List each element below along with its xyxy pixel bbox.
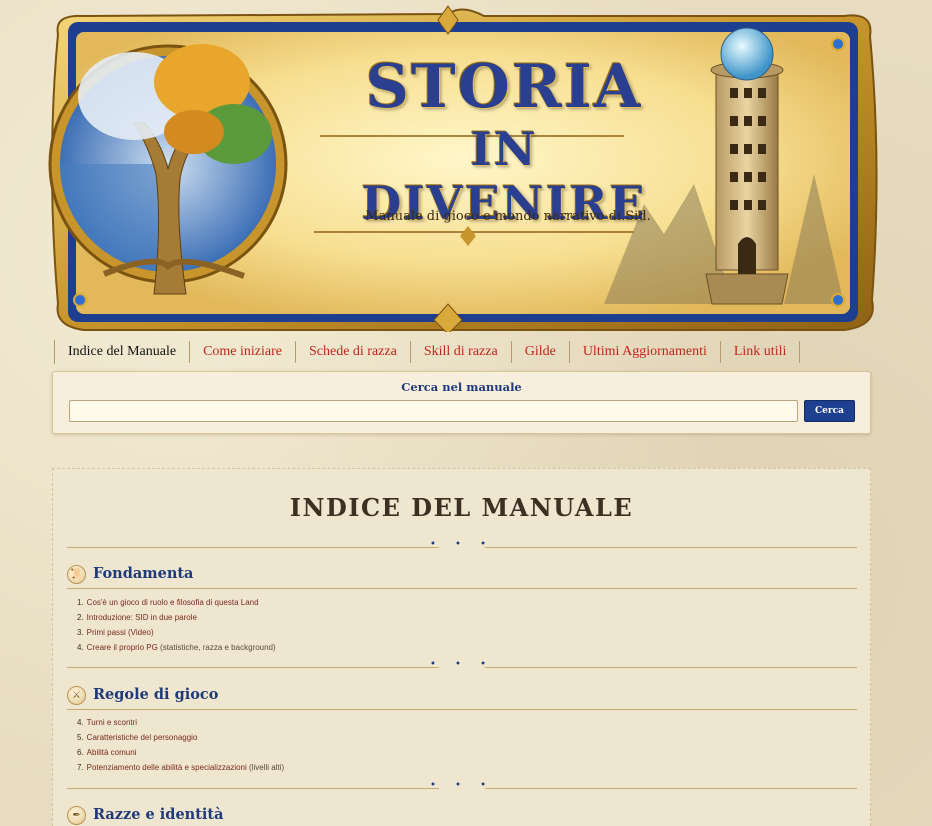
site-banner[interactable]: STORIA IN DIVENIRE Manuale di gioco e mo… <box>44 4 882 332</box>
section-header-fondamenta: 📜 Fondamenta <box>67 563 857 589</box>
list-item[interactable]: 7. Potenziamento delle abilità e speciali… <box>77 760 777 775</box>
ornament-divider: • • • <box>67 659 857 673</box>
list-item[interactable]: 2. Introduzione: SID in due parole <box>77 610 777 625</box>
nav-item-link-utili[interactable]: Link utili <box>721 341 801 363</box>
nav-item-skill-razza[interactable]: Skill di razza <box>411 341 512 363</box>
nav-item-gilde[interactable]: Gilde <box>512 341 570 363</box>
ornament-divider: • • • <box>67 539 857 553</box>
manual-index: INDICE DEL MANUALE • • • 📜 Fondamenta 1.… <box>52 468 871 826</box>
banner-title: STORIA IN DIVENIRE <box>334 52 674 230</box>
page-title: INDICE DEL MANUALE <box>289 493 634 522</box>
ornament-divider: • • • <box>67 780 857 794</box>
list-item[interactable]: 5. Caratteristiche del personaggio <box>77 730 777 745</box>
section-title: Fondamenta <box>93 565 194 582</box>
feather-icon: ✒ <box>67 806 86 825</box>
section-header-regole: ⚔ Regole di gioco <box>67 684 857 710</box>
section-list-regole: 4. Turni e scontri 5. Caratteristiche del … <box>77 715 777 775</box>
search-input[interactable] <box>69 400 798 422</box>
section-title: Regole di gioco <box>93 686 219 703</box>
list-item[interactable]: 6. Abilità comuni <box>77 745 777 760</box>
nav-item-come-iniziare[interactable]: Come iniziare <box>190 341 296 363</box>
list-item[interactable]: 4. Turni e scontri <box>77 715 777 730</box>
scroll-icon: 📜 <box>67 565 86 584</box>
crossed-swords-icon: ⚔ <box>67 686 86 705</box>
list-item[interactable]: 4. Creare il proprio PG (statistiche, raz… <box>77 640 777 655</box>
banner-subtitle: Manuale di gioco e mondo narrativo di.Si… <box>365 209 651 224</box>
search-panel: Cerca nel manuale Cerca <box>52 371 871 434</box>
list-item[interactable]: 3. Primi passi (Video) <box>77 625 777 640</box>
banner-title-line1: STORIA <box>365 52 643 122</box>
section-header-razze: ✒ Razze e identità <box>67 804 857 826</box>
nav-item-indice[interactable]: Indice del Manuale <box>55 341 191 363</box>
search-label: Cerca nel manuale <box>401 380 522 394</box>
nav-item-schede-razza[interactable]: Schede di razza <box>296 341 411 363</box>
section-title: Razze e identità <box>93 806 224 823</box>
search-button[interactable]: Cerca <box>804 400 855 422</box>
nav-item-ultimi-aggiornamenti[interactable]: Ultimi Aggiornamenti <box>570 341 721 363</box>
main-nav: Indice del Manuale Come iniziare Schede … <box>54 340 801 364</box>
section-list-fondamenta: 1. Cos'è un gioco di ruolo e filosofia di… <box>77 595 777 655</box>
list-item[interactable]: 1. Cos'è un gioco di ruolo e filosofia di… <box>77 595 777 610</box>
